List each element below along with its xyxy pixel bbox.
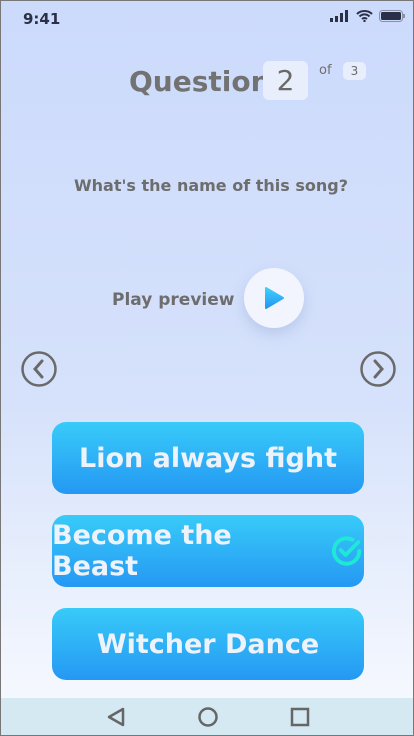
next-arrow-button[interactable]	[359, 350, 397, 388]
play-button[interactable]	[244, 268, 304, 328]
of-label: of	[319, 63, 332, 78]
answer-label: Lion always fight	[79, 442, 337, 474]
answer-label: Become the Beast	[52, 520, 232, 582]
play-preview-label: Play preview	[112, 290, 235, 310]
answer-label: Witcher Dance	[96, 628, 320, 660]
answer-button[interactable]: Witcher Dance	[52, 608, 364, 680]
check-circle-icon	[331, 536, 362, 566]
back-icon[interactable]	[106, 707, 126, 727]
status-icons	[330, 10, 405, 22]
play-icon	[265, 287, 284, 309]
recents-icon[interactable]	[290, 707, 310, 727]
wifi-icon	[356, 10, 373, 22]
question-total: 3	[343, 62, 366, 80]
answer-button-selected[interactable]: Become the Beast	[52, 515, 364, 587]
answer-button[interactable]: Lion always fight	[52, 422, 364, 494]
status-time: 9:41	[23, 10, 61, 28]
home-icon[interactable]	[197, 706, 219, 728]
quiz-screen: 9:41 Question 2 of 3 What's the name of …	[0, 0, 414, 736]
question-text: What's the name of this song?	[74, 176, 348, 195]
previous-arrow-button[interactable]	[20, 350, 58, 388]
question-label: Question	[129, 65, 271, 98]
android-nav-bar	[1, 698, 413, 735]
signal-icon	[330, 10, 348, 22]
battery-icon	[379, 10, 405, 22]
question-number: 2	[263, 61, 308, 100]
